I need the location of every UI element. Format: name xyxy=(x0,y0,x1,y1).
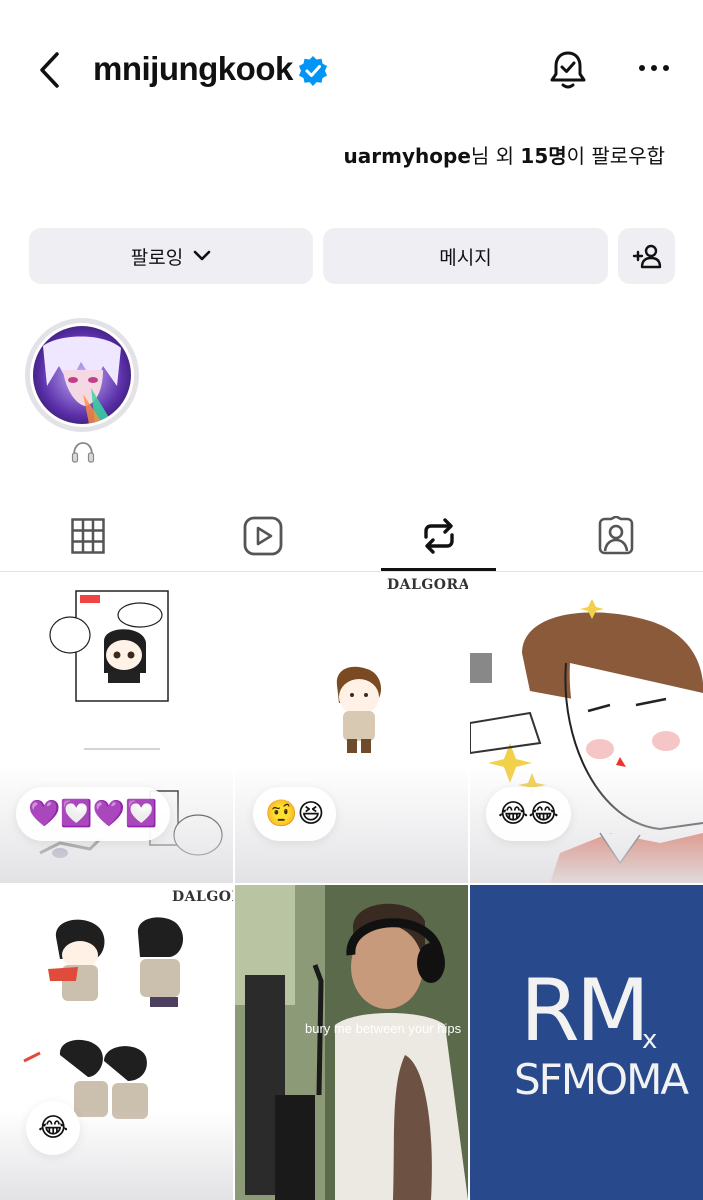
tab-tagged[interactable] xyxy=(528,500,703,572)
followed-by-user: uarmyhope xyxy=(343,144,471,168)
post-watermark: DALGORA xyxy=(172,889,233,905)
profile-header: mnijungkook xyxy=(0,0,703,140)
art-text-x: x xyxy=(642,1025,658,1055)
suggest-people-button[interactable] xyxy=(618,228,675,284)
art-text-sfmoma: SFMOMA xyxy=(514,1055,689,1104)
profile-username: mnijungkook xyxy=(93,50,293,87)
profile-tabs xyxy=(0,500,703,572)
followed-by-suffix-2: 이 팔로우합 xyxy=(566,144,665,168)
video-caption: bury me between your hips xyxy=(305,1021,462,1036)
active-tab-indicator xyxy=(381,568,496,571)
reply-bubble: 💜💟💜💟 xyxy=(16,787,170,841)
grid-icon xyxy=(70,518,105,554)
message-label: 메시지 xyxy=(439,246,492,269)
back-arrow-icon[interactable] xyxy=(32,48,68,92)
followed-by-count: 15명 xyxy=(520,144,567,168)
reply-bubble: 😂 xyxy=(26,1101,81,1155)
grid-post-3[interactable]: 😂😂 xyxy=(470,573,703,883)
tab-reposts[interactable] xyxy=(351,500,526,572)
notification-bell-icon[interactable] xyxy=(546,48,590,92)
repost-icon xyxy=(423,518,454,554)
grid-post-5[interactable]: bury me between your hips xyxy=(235,885,468,1200)
grid-post-6[interactable]: RM x SFMOMA xyxy=(470,885,703,1200)
following-label: 팔로잉 xyxy=(130,246,184,269)
tagged-person-icon xyxy=(598,516,633,555)
following-button[interactable]: 팔로잉 xyxy=(29,228,313,284)
more-options-icon[interactable] xyxy=(634,56,674,80)
repost-grid: 💜💟💜💟 DALGORANGORANG 🤨😆 xyxy=(0,573,703,1200)
reply-bubble: 😂😂 xyxy=(486,787,571,841)
story-highlight[interactable] xyxy=(25,318,139,432)
followed-by-text[interactable]: uarmyhope님 외 15명이 팔로우합 xyxy=(344,140,665,169)
art-text-rm: RM xyxy=(520,961,650,1061)
chevron-down-icon xyxy=(193,250,211,261)
reply-bubble: 🤨😆 xyxy=(253,787,337,841)
highlight-cover-image xyxy=(33,326,131,424)
post-watermark: DALGORANGORANG xyxy=(387,577,468,593)
headphones-icon xyxy=(71,442,95,463)
post-thumbnail xyxy=(235,885,468,1200)
play-icon xyxy=(243,516,282,556)
tab-posts[interactable] xyxy=(0,500,175,572)
grid-post-4[interactable]: DALGORA 😂 xyxy=(0,885,233,1200)
grid-post-2[interactable]: DALGORANGORANG 🤨😆 xyxy=(235,573,468,883)
tab-reels[interactable] xyxy=(175,500,350,572)
add-person-icon xyxy=(632,244,661,269)
verified-badge-icon xyxy=(299,56,327,86)
message-button[interactable]: 메시지 xyxy=(323,228,608,284)
followed-by-suffix: 님 외 xyxy=(470,144,521,168)
grid-post-1[interactable]: 💜💟💜💟 xyxy=(0,573,233,883)
